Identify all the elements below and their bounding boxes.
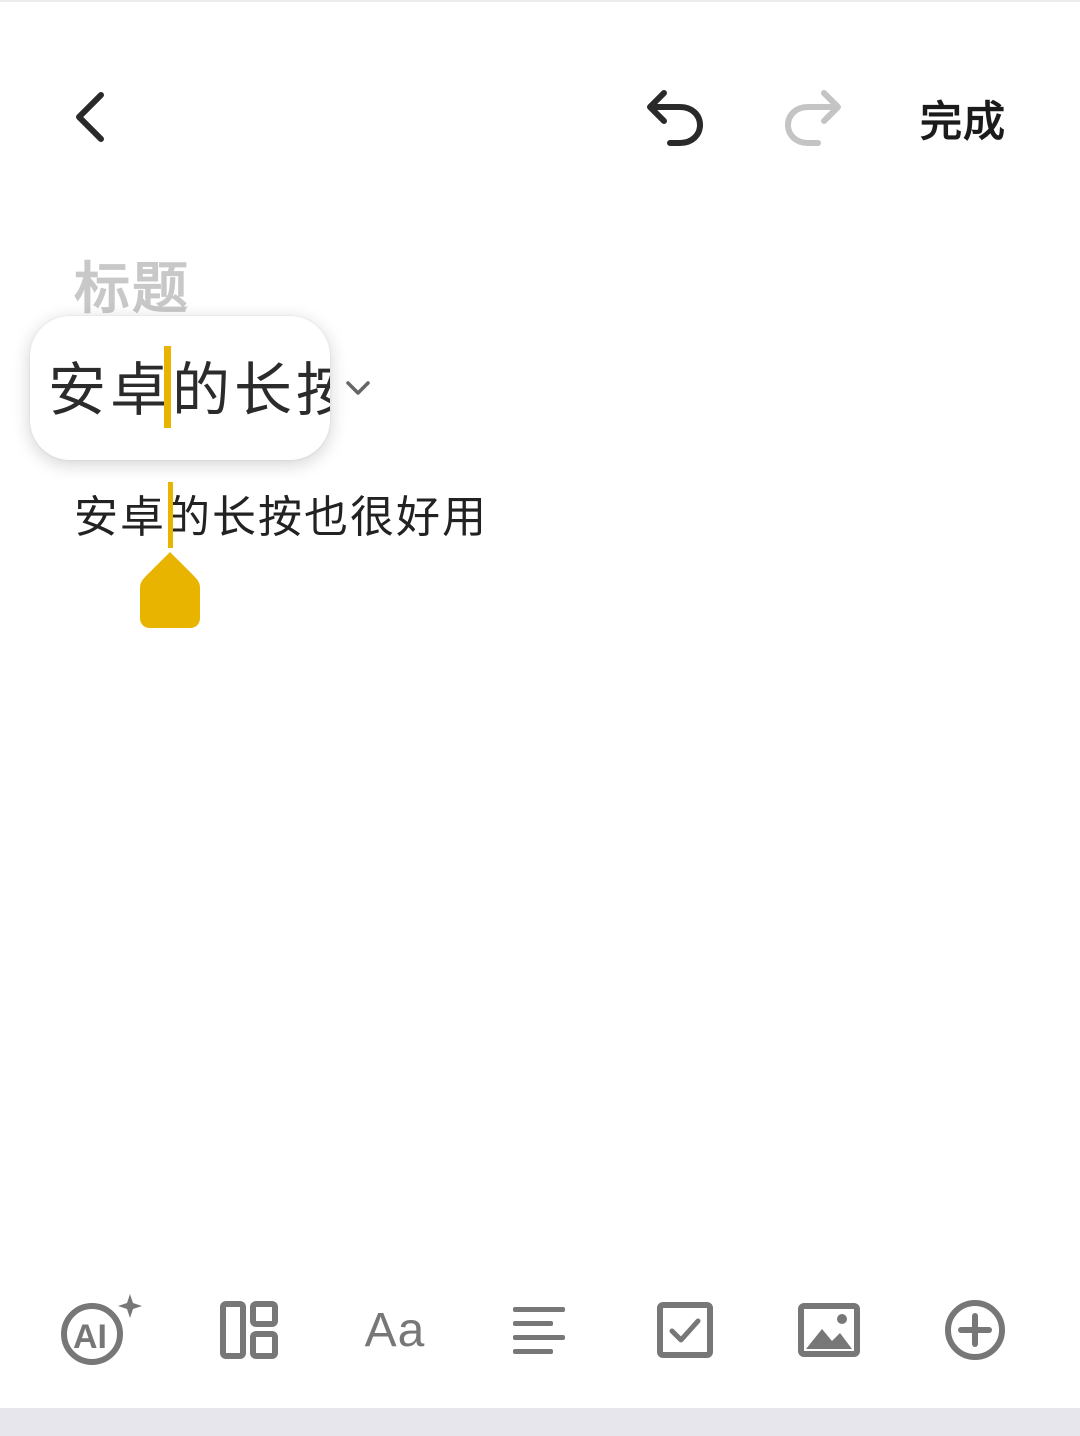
redo-icon bbox=[785, 90, 841, 146]
back-button[interactable] bbox=[56, 80, 126, 154]
insert-image-button[interactable] bbox=[784, 1290, 874, 1370]
chevron-down-icon bbox=[346, 381, 370, 395]
undo-button[interactable] bbox=[636, 80, 712, 154]
magnifier-cursor bbox=[164, 346, 171, 428]
note-body-text[interactable]: 安卓的长按也很好用 bbox=[74, 486, 974, 550]
text-cursor bbox=[168, 482, 173, 548]
note-editor-screen: 完成 标题 安卓的长按也很好用 安卓的长按 AI Aa bbox=[0, 0, 1080, 1436]
ai-assistant-button[interactable]: AI bbox=[56, 1290, 146, 1370]
chevron-left-icon bbox=[76, 92, 104, 142]
layout-button[interactable] bbox=[204, 1290, 294, 1370]
undo-icon bbox=[647, 90, 703, 146]
magnifier-text: 安卓的长按 bbox=[48, 356, 330, 424]
svg-text:AI: AI bbox=[73, 1318, 107, 1356]
align-left-icon bbox=[513, 1307, 565, 1354]
align-button[interactable] bbox=[494, 1290, 584, 1370]
layout-grid-icon bbox=[220, 1301, 278, 1359]
checkbox-icon bbox=[657, 1302, 713, 1358]
font-style-button[interactable]: Aa bbox=[350, 1290, 440, 1370]
done-button[interactable]: 完成 bbox=[908, 86, 1018, 150]
font-style-icon: Aa bbox=[364, 1303, 426, 1357]
text-magnifier: 安卓的长按 bbox=[30, 316, 330, 460]
cursor-handle[interactable] bbox=[140, 548, 200, 628]
checklist-button[interactable] bbox=[640, 1290, 730, 1370]
ai-sparkle-icon: AI bbox=[61, 1294, 142, 1365]
add-circle-icon bbox=[945, 1300, 1005, 1360]
more-insert-button[interactable] bbox=[930, 1290, 1020, 1370]
image-icon bbox=[798, 1303, 860, 1357]
status-divider bbox=[0, 0, 1080, 2]
redo-button[interactable] bbox=[776, 80, 852, 154]
navigation-bar bbox=[0, 1408, 1080, 1436]
